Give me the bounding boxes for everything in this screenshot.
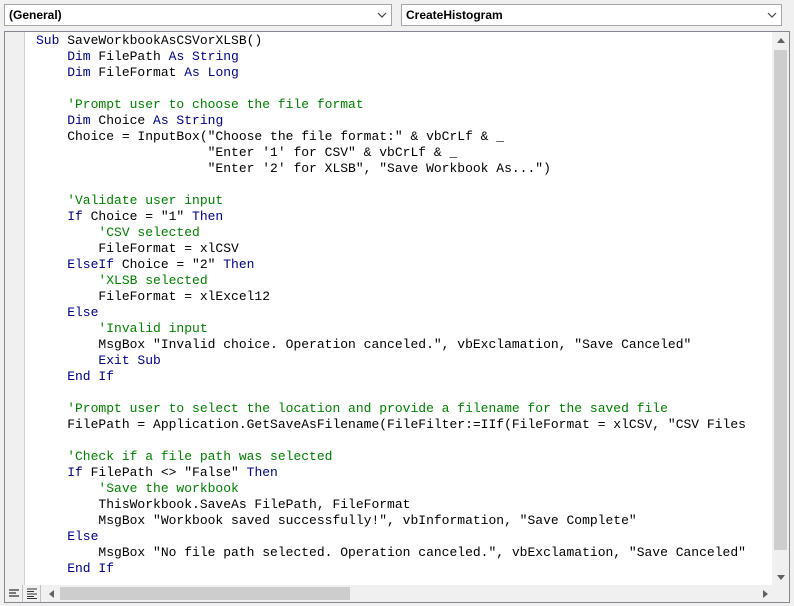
scroll-left-icon[interactable]	[43, 585, 60, 602]
code-line[interactable]: FileFormat = xlExcel12	[36, 289, 746, 305]
chevron-down-icon[interactable]	[373, 5, 391, 25]
keyword-token: End If	[36, 369, 115, 384]
code-line[interactable]	[36, 433, 746, 449]
code-line[interactable]: 'Validate user input	[36, 193, 746, 209]
vertical-scrollbar[interactable]	[772, 32, 789, 586]
code-line[interactable]: ThisWorkbook.SaveAs FilePath, FileFormat	[36, 497, 746, 513]
comment-token: 'Prompt user to choose the file format	[36, 97, 364, 112]
procedure-dropdown[interactable]: CreateHistogram	[401, 4, 782, 26]
keyword-token: As String	[153, 113, 224, 128]
code-editor[interactable]: Sub SaveWorkbookAsCSVorXLSB() Dim FilePa…	[4, 31, 790, 603]
code-token: FilePath = Application.GetSaveAsFilename…	[36, 417, 746, 432]
keyword-token: Then	[223, 257, 255, 272]
keyword-token: Dim	[36, 49, 99, 64]
code-line[interactable]: 'XLSB selected	[36, 273, 746, 289]
comment-token: 'Check if a file path was selected	[36, 449, 333, 464]
code-token: FilePath	[98, 49, 169, 64]
view-buttons	[5, 585, 43, 602]
code-token: MsgBox "No file path selected. Operation…	[36, 545, 746, 560]
code-token: FileFormat	[98, 65, 185, 80]
code-token: MsgBox "Workbook saved successfully!", v…	[36, 513, 637, 528]
code-line[interactable]: Else	[36, 529, 746, 545]
comment-token: 'Prompt user to select the location and …	[36, 401, 668, 416]
code-line[interactable]: 'Prompt user to select the location and …	[36, 401, 746, 417]
code-token: FilePath <> "False"	[90, 465, 247, 480]
scroll-down-icon[interactable]	[772, 569, 789, 586]
code-line[interactable]: "Enter '1' for CSV" & vbCrLf & _	[36, 145, 746, 161]
horizontal-scroll-thumb[interactable]	[60, 587, 350, 600]
keyword-token: As String	[168, 49, 239, 64]
comment-token: 'Save the workbook	[36, 481, 239, 496]
code-line[interactable]: MsgBox "Workbook saved successfully!", v…	[36, 513, 746, 529]
code-line[interactable]: 'Prompt user to choose the file format	[36, 97, 746, 113]
code-line[interactable]: 'Check if a file path was selected	[36, 449, 746, 465]
code-line[interactable]: MsgBox "Invalid choice. Operation cancel…	[36, 337, 746, 353]
object-dropdown[interactable]: (General)	[4, 4, 392, 26]
keyword-token: If	[36, 209, 91, 224]
code-line[interactable]: End If	[36, 561, 746, 577]
code-line[interactable]	[36, 385, 746, 401]
keyword-token: End If	[36, 561, 115, 576]
code-token: FileFormat = xlExcel12	[36, 289, 271, 304]
code-line[interactable]: FileFormat = xlCSV	[36, 241, 746, 257]
keyword-token: Exit Sub	[36, 353, 161, 368]
code-line[interactable]: If Choice = "1" Then	[36, 209, 746, 225]
keyword-token: Dim	[36, 113, 99, 128]
code-text[interactable]: Sub SaveWorkbookAsCSVorXLSB() Dim FilePa…	[36, 33, 746, 577]
keyword-token: Then	[246, 465, 278, 480]
keyword-token: Else	[36, 529, 99, 544]
code-line[interactable]: Dim FileFormat As Long	[36, 65, 746, 81]
code-line[interactable]: Dim Choice As String	[36, 113, 746, 129]
comment-token: 'CSV selected	[36, 225, 200, 240]
code-line[interactable]: 'CSV selected	[36, 225, 746, 241]
keyword-token: As Long	[184, 65, 239, 80]
code-token: "Enter '1' for CSV" & vbCrLf & _	[36, 145, 458, 160]
code-line[interactable]: Else	[36, 305, 746, 321]
code-line[interactable]	[36, 177, 746, 193]
horizontal-scrollbar[interactable]	[43, 585, 774, 602]
code-token: Choice = "2"	[121, 257, 224, 272]
code-line[interactable]: MsgBox "No file path selected. Operation…	[36, 545, 746, 561]
comment-token: 'Invalid input	[36, 321, 208, 336]
code-line[interactable]: Choice = InputBox("Choose the file forma…	[36, 129, 746, 145]
code-line[interactable]: FilePath = Application.GetSaveAsFilename…	[36, 417, 746, 433]
keyword-token: Else	[36, 305, 99, 320]
scrollbar-corner	[772, 585, 789, 602]
code-token: Choice	[98, 113, 154, 128]
vertical-scroll-thumb[interactable]	[774, 50, 787, 550]
code-line[interactable]: "Enter '2' for XLSB", "Save Workbook As.…	[36, 161, 746, 177]
object-dropdown-value: (General)	[9, 8, 62, 22]
keyword-token: ElseIf	[36, 257, 122, 272]
keyword-token: Dim	[36, 65, 99, 80]
code-line[interactable]	[36, 81, 746, 97]
code-token: SaveWorkbookAsCSVorXLSB()	[67, 33, 263, 48]
comment-token: 'Validate user input	[36, 193, 224, 208]
code-token: Choice = InputBox("Choose the file forma…	[36, 129, 505, 144]
code-line[interactable]: ElseIf Choice = "2" Then	[36, 257, 746, 273]
keyword-token: Then	[192, 209, 224, 224]
procedure-dropdown-value: CreateHistogram	[406, 8, 503, 22]
scroll-up-icon[interactable]	[772, 32, 789, 49]
keyword-token: Sub	[36, 33, 68, 48]
code-token: MsgBox "Invalid choice. Operation cancel…	[36, 337, 692, 352]
code-line[interactable]: Exit Sub	[36, 353, 746, 369]
code-line[interactable]: If FilePath <> "False" Then	[36, 465, 746, 481]
code-token: FileFormat = xlCSV	[36, 241, 239, 256]
code-line[interactable]: End If	[36, 369, 746, 385]
code-line[interactable]: 'Invalid input	[36, 321, 746, 337]
code-line[interactable]: Sub SaveWorkbookAsCSVorXLSB()	[36, 33, 746, 49]
code-token: ThisWorkbook.SaveAs FilePath, FileFormat	[36, 497, 411, 512]
chevron-down-icon[interactable]	[763, 5, 781, 25]
full-module-view-icon[interactable]	[23, 585, 41, 602]
code-line[interactable]: Dim FilePath As String	[36, 49, 746, 65]
margin-indicator-bar[interactable]	[5, 32, 25, 586]
code-line[interactable]: 'Save the workbook	[36, 481, 746, 497]
procedure-view-icon[interactable]	[5, 585, 23, 602]
code-window[interactable]: Sub SaveWorkbookAsCSVorXLSB() Dim FilePa…	[25, 32, 774, 586]
keyword-token: If	[36, 465, 91, 480]
comment-token: 'XLSB selected	[36, 273, 208, 288]
code-token: Choice = "1"	[90, 209, 193, 224]
code-token: "Enter '2' for XLSB", "Save Workbook As.…	[36, 161, 551, 176]
